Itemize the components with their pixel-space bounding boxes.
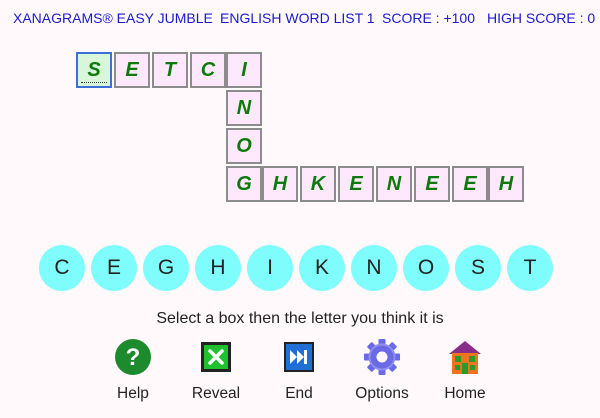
grid-cell[interactable]: E (338, 166, 374, 202)
grid-cell-selected[interactable]: S (76, 52, 112, 88)
grid-cell[interactable]: C (190, 52, 226, 88)
end-button[interactable]: End (259, 338, 339, 403)
svg-text:?: ? (126, 344, 141, 371)
options-button[interactable]: Options (342, 338, 422, 403)
grid-cell[interactable]: N (376, 166, 412, 202)
grid-cell[interactable]: E (114, 52, 150, 88)
skip-to-end-icon (284, 342, 314, 372)
grid-cell[interactable]: O (226, 128, 262, 164)
end-label: End (285, 385, 313, 402)
grid-cell[interactable]: E (452, 166, 488, 202)
help-button[interactable]: ? Help (93, 338, 173, 403)
grid-cell[interactable]: G (226, 166, 262, 202)
grid-cell[interactable]: T (152, 52, 188, 88)
letter-button-t[interactable]: T (507, 245, 553, 291)
letter-button-s[interactable]: S (455, 245, 501, 291)
letter-button-i[interactable]: I (247, 245, 293, 291)
instruction-text: Select a box then the letter you think i… (156, 310, 444, 327)
grid-cell[interactable]: E (414, 166, 450, 202)
letter-button-e[interactable]: E (91, 245, 137, 291)
letter-button-k[interactable]: K (299, 245, 345, 291)
reveal-label: Reveal (191, 385, 241, 402)
reveal-icon (201, 342, 231, 372)
toolbar: ? Help Reveal End Options Home (0, 338, 600, 408)
letter-button-h[interactable]: H (195, 245, 241, 291)
help-icon: ? (115, 339, 151, 375)
options-label: Options (355, 385, 409, 402)
home-button[interactable]: Home (425, 338, 505, 403)
grid-cell[interactable]: K (300, 166, 336, 202)
letter-button-o[interactable]: O (403, 245, 449, 291)
letter-button-g[interactable]: G (143, 245, 189, 291)
home-label: Home (444, 385, 486, 402)
grid-cell[interactable]: H (262, 166, 298, 202)
grid-cell[interactable]: N (226, 90, 262, 126)
grid-cell[interactable]: H (488, 166, 524, 202)
reveal-button[interactable]: Reveal (176, 338, 256, 403)
help-label: Help (117, 385, 149, 402)
letter-button-c[interactable]: C (39, 245, 85, 291)
home-icon (449, 341, 481, 374)
letter-choices: C E G H I K N O S T (0, 245, 600, 297)
grid-cell[interactable]: I (226, 52, 262, 88)
gear-icon (364, 339, 400, 375)
puzzle-grid: S E T C I N O G H K E N E E H (0, 0, 600, 230)
letter-button-n[interactable]: N (351, 245, 397, 291)
